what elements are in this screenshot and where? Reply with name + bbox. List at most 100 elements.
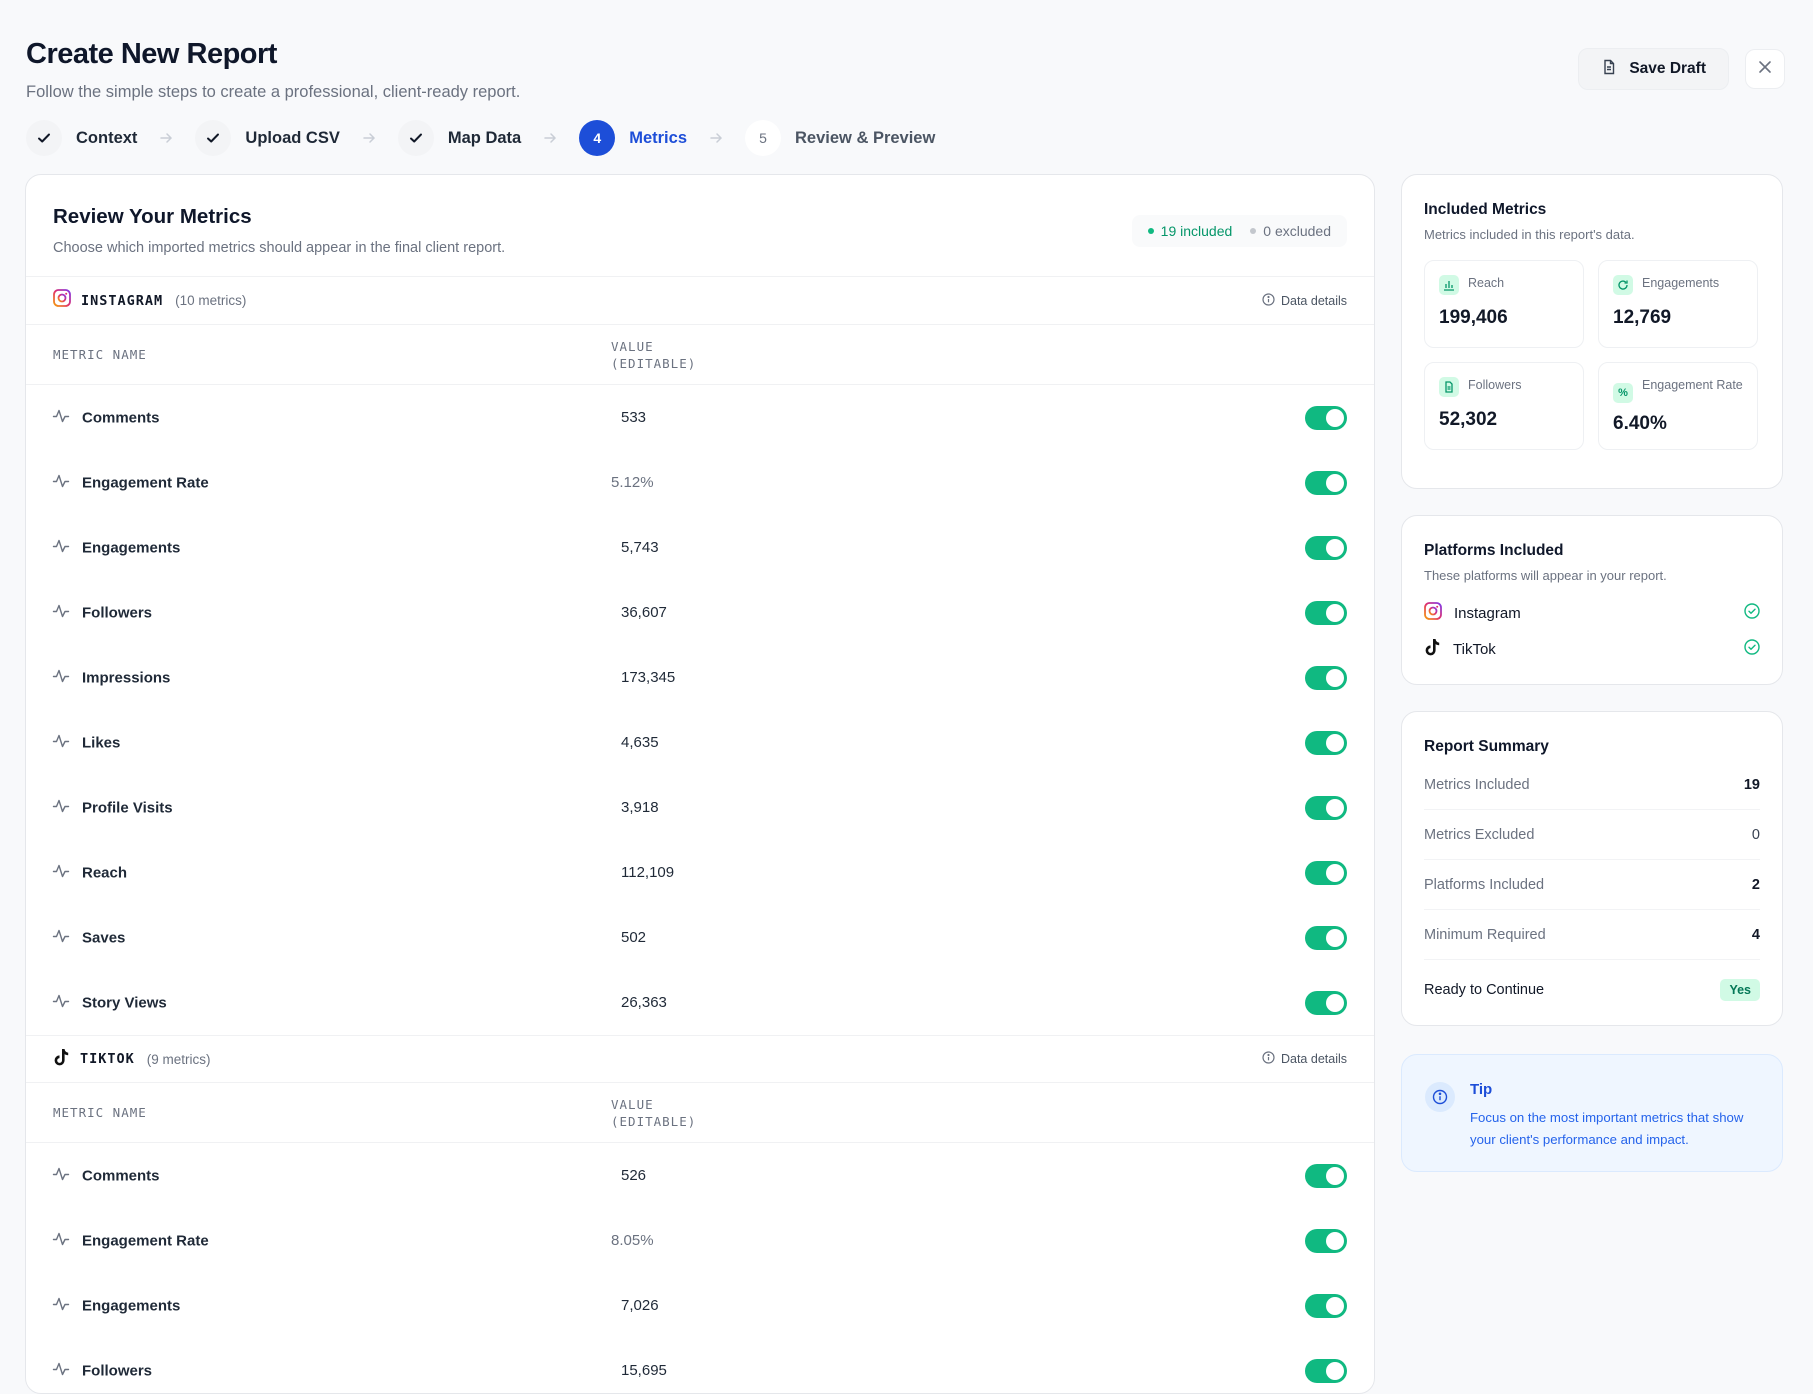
tiktok-icon — [53, 1048, 70, 1071]
percent-icon: % — [1613, 383, 1633, 403]
include-toggle[interactable] — [1305, 1163, 1347, 1188]
summary-row-minimum-required: Minimum Required 4 — [1424, 910, 1760, 960]
metric-value-input[interactable] — [611, 790, 771, 825]
include-toggle[interactable] — [1305, 860, 1347, 885]
metric-value-input[interactable] — [611, 465, 771, 500]
metric-counts: 19 included 0 excluded — [1131, 215, 1347, 247]
activity-icon — [52, 406, 70, 429]
ready-label: Ready to Continue — [1424, 982, 1545, 998]
metric-value-input[interactable] — [611, 660, 771, 695]
activity-icon — [52, 861, 70, 884]
review-metrics-card: Review Your Metrics Choose which importe… — [25, 174, 1375, 1394]
platform-item-tiktok: TikTok — [1424, 631, 1760, 667]
metric-value-input[interactable] — [611, 595, 771, 630]
metric-row: Saves — [26, 905, 1374, 970]
stepper: Context Upload CSV Map Data 4 Metrics 5 … — [26, 117, 935, 159]
step-map-data[interactable]: Map Data — [397, 120, 521, 156]
header-actions: Save Draft — [1578, 48, 1785, 90]
metric-value-input[interactable] — [611, 920, 771, 955]
stat-value: 199,406 — [1439, 307, 1508, 328]
activity-icon — [52, 1164, 70, 1187]
metric-list-tiktok: Comments Engagement Rate Engagements Fol… — [26, 1143, 1374, 1393]
platform-name: TIKTOK — [80, 1051, 135, 1067]
metric-row: Story Views — [26, 970, 1374, 1035]
stat-label: Followers — [1468, 378, 1522, 392]
included-metrics-title: Included Metrics — [1424, 201, 1547, 218]
data-details-link[interactable]: Data details — [1262, 292, 1347, 309]
page-subtitle: Follow the simple steps to create a prof… — [26, 83, 521, 101]
include-toggle[interactable] — [1305, 925, 1347, 950]
activity-icon — [52, 601, 70, 624]
report-summary-card: Report Summary Metrics Included 19 Metri… — [1401, 711, 1783, 1026]
platform-metric-count: (10 metrics) — [175, 293, 247, 308]
platforms-list: Instagram TikTok — [1424, 595, 1760, 667]
gray-dot-icon — [1250, 228, 1257, 234]
step-context[interactable]: Context — [26, 120, 137, 156]
data-details-link[interactable]: Data details — [1262, 1051, 1347, 1067]
metric-value-input[interactable] — [611, 855, 771, 890]
summary-value: 19 — [1743, 776, 1760, 793]
platforms-included-card: Platforms Included These platforms will … — [1401, 515, 1783, 685]
summary-value: 0 — [1751, 826, 1760, 843]
tip-title: Tip — [1470, 1081, 1493, 1098]
step-review-preview[interactable]: 5 Review & Preview — [745, 120, 935, 156]
page-title: Create New Report — [26, 38, 277, 70]
tiktok-icon — [1424, 638, 1441, 660]
summary-row-metrics-excluded: Metrics Excluded 0 — [1424, 810, 1760, 860]
excluded-count: 0 excluded — [1244, 221, 1337, 241]
arrow-right-icon — [159, 131, 173, 145]
platform-metric-count: (9 metrics) — [146, 1051, 211, 1067]
metric-value-input[interactable] — [611, 1288, 771, 1323]
page-header: Create New Report Follow the simple step… — [26, 38, 520, 102]
platforms-included-title: Platforms Included — [1424, 542, 1564, 559]
summary-rows: Metrics Included 19 Metrics Excluded 0 P… — [1424, 760, 1760, 1020]
include-toggle[interactable] — [1305, 795, 1347, 820]
step-metrics[interactable]: 4 Metrics — [579, 120, 687, 156]
include-toggle[interactable] — [1305, 990, 1347, 1015]
instagram-icon — [53, 289, 71, 312]
check-circle-icon — [1744, 639, 1760, 659]
metric-row: Engagement Rate — [26, 450, 1374, 515]
step-number: 4 — [579, 120, 616, 156]
info-icon — [1262, 1051, 1275, 1067]
arrow-right-icon — [362, 131, 376, 145]
column-header-value-line2: (EDITABLE) — [611, 1114, 697, 1129]
activity-icon — [52, 796, 70, 819]
stat-card-engagements: Engagements 12,769 — [1598, 260, 1758, 348]
close-button[interactable] — [1745, 49, 1785, 89]
metric-name: Likes — [82, 734, 121, 751]
metric-list-instagram: Comments Engagement Rate Engagements Fol… — [26, 385, 1374, 1035]
metric-value-input[interactable] — [611, 530, 771, 565]
include-toggle[interactable] — [1305, 600, 1347, 625]
summary-value: 2 — [1751, 876, 1760, 893]
metric-value-input[interactable] — [611, 1223, 771, 1258]
step-upload-csv[interactable]: Upload CSV — [195, 120, 340, 156]
column-header-value: VALUE (EDITABLE) — [611, 338, 696, 372]
activity-icon — [52, 1359, 70, 1382]
check-icon — [397, 120, 434, 156]
include-toggle[interactable] — [1305, 730, 1347, 755]
metric-value-input[interactable] — [611, 1353, 771, 1388]
check-icon — [26, 120, 62, 156]
include-toggle[interactable] — [1305, 1228, 1347, 1253]
metric-value-input[interactable] — [611, 725, 771, 760]
metric-name: Comments — [82, 1167, 160, 1184]
save-draft-button[interactable]: Save Draft — [1578, 48, 1729, 90]
check-icon — [195, 120, 232, 156]
data-details-label: Data details — [1280, 1052, 1347, 1066]
include-toggle[interactable] — [1305, 405, 1347, 430]
metric-value-input[interactable] — [611, 1158, 771, 1193]
include-toggle[interactable] — [1305, 1358, 1347, 1383]
stat-card-reach: Reach 199,406 — [1424, 260, 1584, 348]
included-metrics-card: Included Metrics Metrics included in thi… — [1401, 174, 1783, 489]
table-header: METRIC NAME VALUE (EDITABLE) — [26, 325, 1374, 385]
metric-value-input[interactable] — [611, 400, 771, 435]
include-toggle[interactable] — [1305, 665, 1347, 690]
summary-label: Minimum Required — [1424, 926, 1546, 943]
include-toggle[interactable] — [1305, 1293, 1347, 1318]
table-header: METRIC NAME VALUE (EDITABLE) — [26, 1083, 1374, 1143]
metric-value-input[interactable] — [611, 985, 771, 1020]
include-toggle[interactable] — [1305, 535, 1347, 560]
include-toggle[interactable] — [1305, 470, 1347, 495]
close-icon — [1758, 60, 1772, 79]
